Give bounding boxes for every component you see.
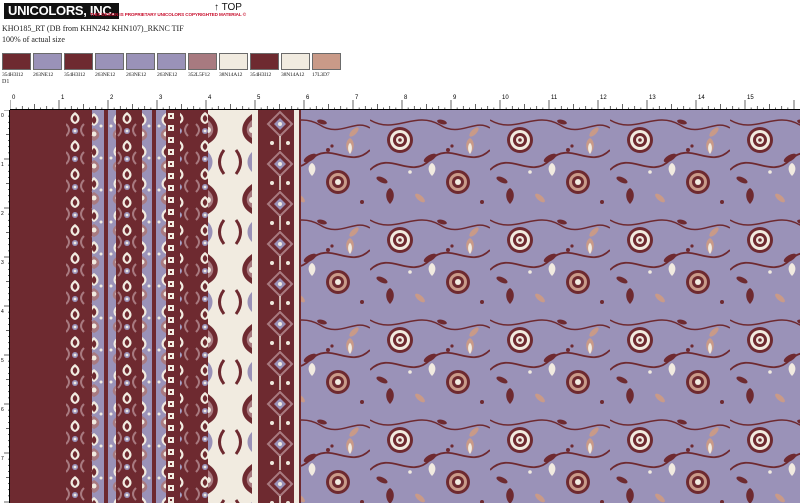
ruler-number: 11 xyxy=(551,95,558,101)
swatch-code: 38N14A12 xyxy=(219,72,243,78)
color-swatch xyxy=(157,53,186,70)
ruler-number: 0 xyxy=(1,113,4,119)
color-swatch xyxy=(33,53,62,70)
ruler-number: 15 xyxy=(747,95,754,101)
ruler-number: 2 xyxy=(1,211,4,217)
color-swatch xyxy=(312,53,341,70)
ruler-number: 7 xyxy=(1,456,4,462)
ruler-number: 12 xyxy=(600,95,607,101)
dotted-stripe xyxy=(166,110,180,503)
swatch-code: 263NE12 xyxy=(33,72,54,78)
ruler-number: 10 xyxy=(502,95,509,101)
color-swatch xyxy=(281,53,310,70)
design-header: UNICOLORS, INC. THIS DESIGN IS PROPRIETA… xyxy=(0,0,800,94)
ruler-number: 5 xyxy=(1,358,4,364)
ruler-number: 3 xyxy=(1,260,4,266)
solid-maroon-band xyxy=(10,110,66,503)
lavender-border-b xyxy=(142,110,166,503)
file-name: KHO185_RT (DB from KHN242 KHN107)_RKNC T… xyxy=(2,24,184,33)
maroon-border-b xyxy=(180,110,208,503)
ruler-number: 13 xyxy=(649,95,656,101)
swatch-code: 38N14A12 xyxy=(281,72,305,78)
ruler-number: 14 xyxy=(698,95,705,101)
swatch-code: 354H3I12 xyxy=(64,72,86,78)
ruler-number: 1 xyxy=(1,162,4,168)
swatch-code: 263NE12 xyxy=(126,72,147,78)
floral-field xyxy=(301,110,800,503)
swatch-code: 263NE12 xyxy=(157,72,178,78)
left-ruler: 0 1 2 3 4 5 6 7 xyxy=(0,110,10,503)
mauve-lattice-stripe xyxy=(66,110,92,503)
swatch-code: 17L3D7 xyxy=(312,72,330,78)
color-swatch xyxy=(188,53,217,70)
top-ruler: 0 1 2 3 4 5 6 7 8 9 10 11 12 13 14 15 xyxy=(10,92,800,110)
swatch-code: 354H3I12 xyxy=(2,72,24,78)
ruler-number: 4 xyxy=(1,309,4,315)
ruler-number: 6 xyxy=(1,407,4,413)
cream-paisley-band xyxy=(208,110,252,503)
textile-print-pattern xyxy=(10,110,800,503)
swatch-code: 354H3I12 xyxy=(250,72,272,78)
lavender-border-a xyxy=(92,110,116,503)
design-label: D1 xyxy=(2,79,10,85)
top-direction-marker: ↑ TOP xyxy=(214,2,242,13)
color-swatch xyxy=(95,53,124,70)
scale-label: 100% of actual size xyxy=(2,35,65,44)
maroon-border-a xyxy=(116,110,142,503)
ornate-maroon-stripe xyxy=(258,110,294,503)
cream-divider xyxy=(252,110,258,503)
color-swatch xyxy=(2,53,31,70)
color-swatch xyxy=(219,53,248,70)
color-swatch xyxy=(250,53,279,70)
swatch-code: 263NE12 xyxy=(95,72,116,78)
color-swatch xyxy=(64,53,93,70)
swatch-code: 352L5F12 xyxy=(188,72,210,78)
color-swatch xyxy=(126,53,155,70)
